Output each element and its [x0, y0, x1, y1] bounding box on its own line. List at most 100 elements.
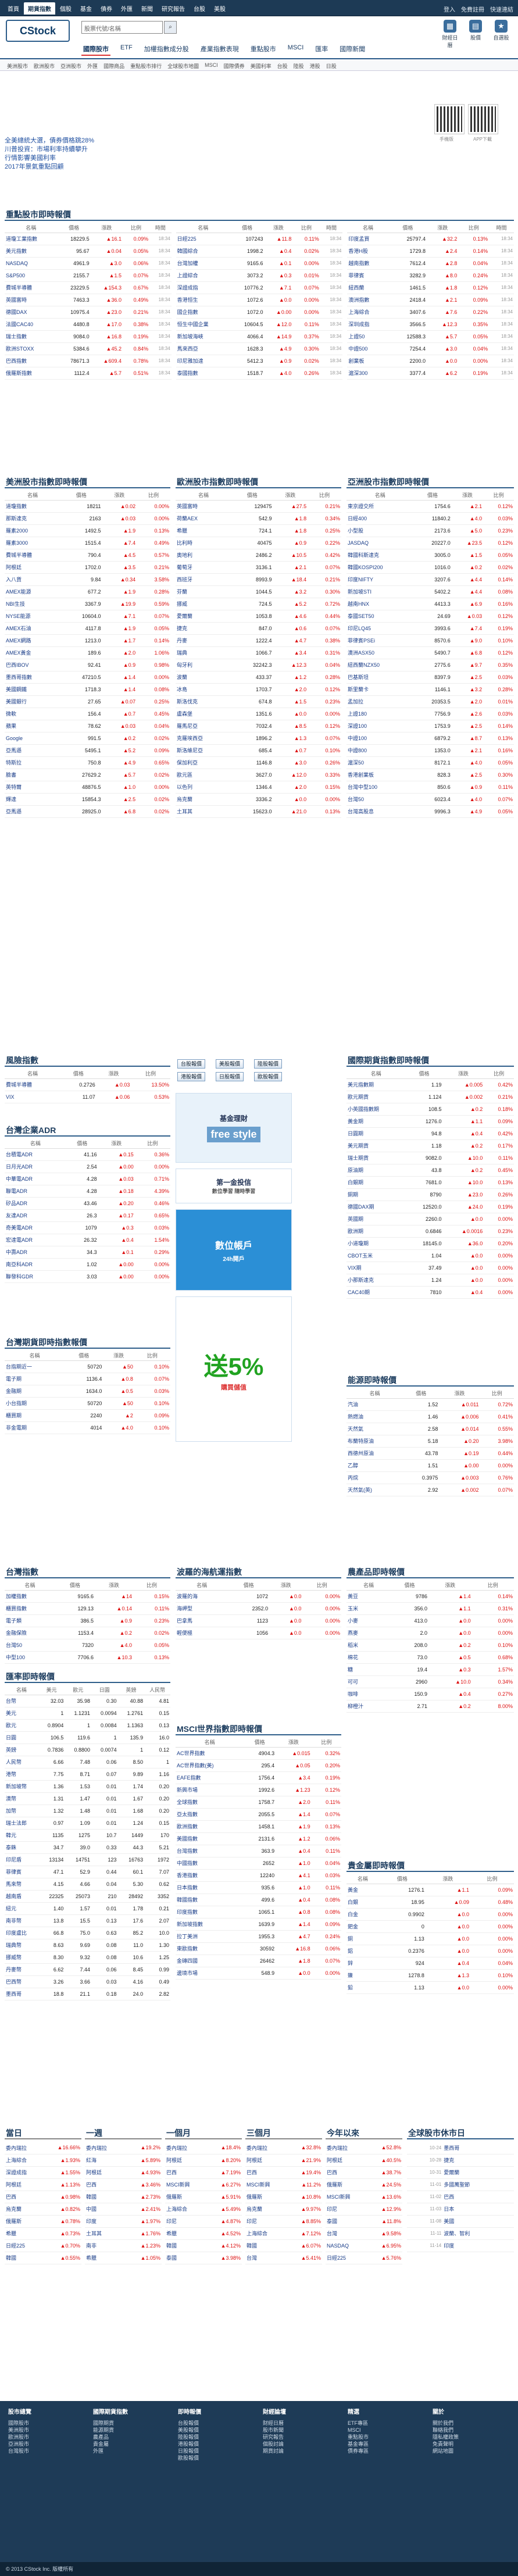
table-row[interactable]: 韓國 ▲2.73%	[85, 2191, 162, 2203]
table-row[interactable]: 友達ADR 26.3 ▲0.17 0.65%	[5, 1209, 170, 1222]
table-row[interactable]: 冰島 1703.7 ▲2.0 0.12%	[176, 683, 341, 696]
table-row[interactable]: 費城半導體 23229.5 ▲154.3 0.67% 18:34	[5, 281, 172, 294]
table-row[interactable]: 銅期 8790 ▲23.0 0.26%	[346, 1188, 514, 1201]
row-name[interactable]: 紐西蘭	[347, 281, 389, 294]
table-row[interactable]: 深圳成指 3566.5 ▲12.3 0.35% 18:34	[347, 318, 515, 331]
news-link[interactable]: 全美總統大選，債券價格跳28%	[5, 137, 94, 145]
row-name[interactable]: 紐西蘭NZX50	[346, 659, 414, 671]
top-tab[interactable]: 期貨指數	[24, 2, 55, 15]
table-row[interactable]: 鎳 1278.8 ▲1.3 0.10%	[346, 1969, 514, 1982]
row-name[interactable]: 鎳	[346, 1969, 379, 1982]
search-input[interactable]: 股票代號/名稱	[81, 21, 163, 34]
row-name[interactable]: 原油期	[346, 1164, 406, 1177]
table-row[interactable]: 深證100 1753.9 ▲2.5 0.14%	[346, 720, 514, 733]
table-row[interactable]: 羅馬尼亞 7032.4 ▲8.5 0.12%	[176, 720, 341, 733]
table-row[interactable]: 中證100 6879.2 ▲8.7 0.13%	[346, 732, 514, 745]
row-name[interactable]: 美國指數	[176, 1832, 244, 1845]
table-row[interactable]: 委內瑞拉 ▲18.4%	[165, 2142, 242, 2155]
table-row[interactable]: 英鎊 0.7836 0.8800 0.0074 1 0.12	[5, 1743, 170, 1756]
table-row[interactable]: 俄羅斯 ▲5.91%	[165, 2191, 242, 2203]
table-row[interactable]: 韓國綜合 1998.2 ▲0.4 0.02% 18:34	[176, 245, 343, 258]
row-name[interactable]: VIX期	[346, 1262, 406, 1274]
row-name[interactable]: 南非	[85, 2239, 124, 2252]
row-name[interactable]: 咖啡	[346, 1688, 391, 1700]
table-row[interactable]: 台灣 ▲5.41%	[245, 2252, 322, 2264]
row-name[interactable]: 金融保險	[5, 1627, 55, 1639]
table-row[interactable]: 韓國 ▲6.07%	[245, 2239, 322, 2252]
table-row[interactable]: 巴西 ▲19.4%	[245, 2166, 322, 2179]
footer-link[interactable]: 重點股市	[348, 2434, 369, 2441]
row-name[interactable]: 邊境市場	[176, 1967, 244, 1980]
row-name[interactable]: 波蘭	[176, 671, 231, 684]
row-name[interactable]: 巴西	[85, 2178, 124, 2191]
table-row[interactable]: 韓國KOSPI200 1016.0 ▲0.2 0.02%	[346, 561, 514, 574]
table-row[interactable]: 泰國SET50 24.69 ▲0.03 0.12%	[346, 610, 514, 623]
row-name[interactable]: 捷克	[176, 622, 231, 635]
row-name[interactable]: 巴拿馬	[176, 1614, 228, 1627]
table-row[interactable]: 黃豆 9786 ▲1.4 0.14%	[346, 1590, 514, 1603]
table-row[interactable]: 輕便極 1056 ▲0.0 0.00%	[176, 1627, 341, 1639]
footer-link[interactable]: 隱私權政策	[433, 2434, 459, 2441]
row-name[interactable]: 英特爾	[5, 781, 60, 794]
table-row[interactable]: 德國DAX期 12520.0 ▲24.0 0.19%	[346, 1201, 514, 1213]
row-name[interactable]: 糖	[346, 1663, 391, 1676]
table-row[interactable]: 巴西指數 78671.3 ▲609.4 0.78% 18:34	[5, 355, 172, 367]
main-nav-item[interactable]: 匯率	[313, 43, 330, 56]
row-name[interactable]: 小道瓊期	[346, 1237, 406, 1250]
row-name[interactable]: 英國富時	[5, 294, 58, 306]
table-row[interactable]: AMEX能源 677.2 ▲1.9 0.28%	[5, 585, 170, 598]
ad-banner-account[interactable]: 數位帳戶 24h開戶	[176, 1209, 292, 1291]
row-name[interactable]: 日經225	[326, 2252, 367, 2264]
row-name[interactable]: 馬來幣	[5, 1878, 38, 1891]
row-name[interactable]: 人民幣	[5, 1756, 38, 1768]
footer-link[interactable]: 國際期貨	[93, 2420, 128, 2427]
row-name[interactable]: 燕麥	[346, 1627, 391, 1639]
table-row[interactable]: 希臘 ▲1.05%	[85, 2252, 162, 2264]
row-name[interactable]: 巴西幣	[5, 1975, 38, 1988]
table-row[interactable]: 電子類 386.5 ▲0.9 0.23%	[5, 1614, 170, 1627]
row-name[interactable]: 玉米	[346, 1602, 391, 1615]
footer-link[interactable]: 日股報價	[178, 2448, 201, 2454]
row-name[interactable]: 加幣	[5, 1805, 38, 1817]
table-row[interactable]: 鋁 0.2376 ▲0.0 0.00%	[346, 1945, 514, 1957]
table-row[interactable]: 熱燃油 1.46 ▲0.006 0.41%	[346, 1410, 514, 1423]
footer-link[interactable]: 關於我們	[433, 2420, 459, 2427]
footer-link[interactable]: 債券專區	[348, 2448, 369, 2454]
row-name[interactable]: 上海綜合	[165, 2203, 206, 2216]
table-row[interactable]: 10-31 愛爾蘭	[407, 2166, 514, 2179]
footer-link[interactable]: 免責聲明	[433, 2441, 459, 2448]
table-row[interactable]: 櫃買期 2240 ▲2 0.09%	[5, 1409, 170, 1422]
table-row[interactable]: 11-08 美國	[407, 2215, 514, 2228]
table-row[interactable]: 奇美電ADR 1079 ▲0.3 0.03%	[5, 1221, 170, 1234]
row-name[interactable]: 瑞士指數	[5, 330, 58, 343]
row-name[interactable]: 美元指數期	[346, 1078, 406, 1091]
row-name[interactable]: 俄羅斯	[165, 2191, 206, 2203]
table-row[interactable]: 韓國 ▲0.55%	[5, 2252, 81, 2264]
row-name[interactable]: 日圓期	[346, 1127, 406, 1140]
table-row[interactable]: 南非 ▲1.23%	[85, 2239, 162, 2252]
table-row[interactable]: 港幣 7.75 8.71 0.07 9.89 1.16	[5, 1768, 170, 1781]
table-row[interactable]: 紐西蘭 1461.5 ▲1.8 0.12% 18:34	[347, 281, 515, 294]
row-name[interactable]: 印尼雅加達	[176, 355, 230, 367]
top-link[interactable]: 快速連結	[490, 5, 513, 13]
row-name[interactable]: 委內瑞拉	[245, 2142, 287, 2155]
row-name[interactable]: VIX	[5, 1091, 60, 1103]
table-row[interactable]: 越南指數 7612.4 ▲2.8 0.04% 18:34	[347, 257, 515, 270]
table-row[interactable]: 波蘭 433.37 ▲1.2 0.28%	[176, 671, 341, 684]
table-row[interactable]: 希臘 724.1 ▲1.8 0.25%	[176, 524, 341, 537]
row-name[interactable]: 巴西	[165, 2166, 206, 2179]
row-name[interactable]: 丹麥幣	[5, 1963, 38, 1976]
header-icon-button[interactable]: ▦ 財經日曆	[441, 20, 459, 49]
table-row[interactable]: 印尼 ▲4.87%	[165, 2215, 242, 2228]
table-row[interactable]: 香港指數 12240 ▲4.1 0.03%	[176, 1869, 341, 1882]
row-name[interactable]: 巴西	[326, 2166, 367, 2179]
row-name[interactable]: 斯洛伐克	[176, 695, 231, 708]
row-name[interactable]: 上海綜合	[245, 2227, 287, 2240]
table-row[interactable]: 美元 1 1.1231 0.0094 1.2761 0.15	[5, 1707, 170, 1720]
table-row[interactable]: 台指期近一 50720 ▲50 0.10%	[5, 1360, 170, 1373]
table-row[interactable]: 金融期 1634.0 ▲0.5 0.03%	[5, 1385, 170, 1398]
top-tab[interactable]: 台股	[190, 2, 209, 15]
table-row[interactable]: 深證成指 10776.2 ▲7.1 0.07% 18:34	[176, 281, 343, 294]
row-name[interactable]: 印度盧比	[5, 1927, 38, 1939]
row-name[interactable]: 烏克蘭	[245, 2203, 287, 2216]
